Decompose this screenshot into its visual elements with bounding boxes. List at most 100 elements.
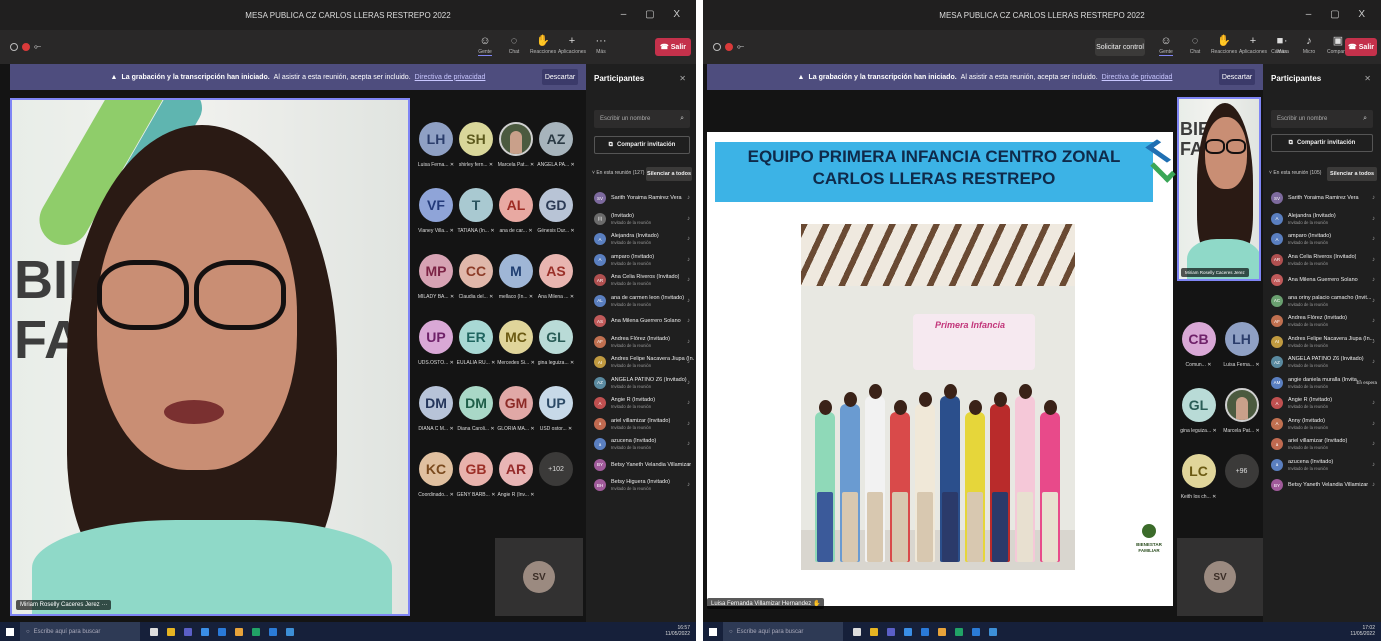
participant-row[interactable]: a ariel villamizar (Invitado) Invitado de … [590, 414, 694, 435]
self-view[interactable]: SV [495, 538, 583, 616]
taskbar-search-input[interactable]: ○ Escribe aquí para buscar [20, 622, 140, 641]
participant-tile[interactable]: SH shirley fern... ✕ [456, 122, 496, 168]
system-tray[interactable]: 16:57 11/05/2022 [665, 625, 690, 637]
participant-row[interactable]: BY Betsy Yaneth Velandia Villamizar ♪ [1267, 475, 1379, 496]
leave-button[interactable]: ☎ Salir [655, 38, 691, 56]
participant-tile[interactable]: DM Diana Caroli... ✕ [456, 386, 496, 432]
participant-tile[interactable]: +96 [1220, 454, 1263, 500]
taskbar-search-input[interactable]: ○ Escribe aquí para buscar [723, 622, 843, 641]
pin-icon[interactable]: ⟜ [737, 41, 744, 52]
mail-icon[interactable] [921, 627, 929, 636]
close-icon[interactable]: ✕ [679, 74, 686, 83]
participant-tile[interactable]: Mmellaco (In... ✕ [496, 254, 536, 300]
participant-tile[interactable]: LH Luisa Ferna... ✕ [1220, 322, 1263, 368]
toolbar-button-chat[interactable]: ◌ Chat [1184, 35, 1206, 56]
participant-search-input[interactable]: Escribir un nombre ⌕ [1271, 110, 1373, 128]
participant-row[interactable]: SV Sarith Yoraima Ramirez Vera ♪ [1267, 188, 1379, 209]
section-header[interactable]: ˅ En esta reunión (127) [592, 170, 644, 176]
toolbar-button-reactions[interactable]: ✋ Reacciones [530, 35, 556, 56]
dismiss-button[interactable]: Descartar [1219, 69, 1255, 85]
participant-tile[interactable]: MC Mercedes Si... ✕ [496, 320, 536, 366]
participant-tile[interactable]: UP USD ostor... ✕ [536, 386, 576, 432]
toolbar-button-apps[interactable]: + Aplicaciones [558, 35, 586, 56]
toolbar-button-more[interactable]: ··· Más [590, 35, 612, 56]
speaker-video[interactable]: BIE FA Miriam Roselly Caceres Jerez ··· [10, 98, 410, 616]
windows-start-icon[interactable] [709, 627, 717, 636]
participant-row[interactable]: SV Sarith Yoraima Ramirez Vera ♪ [590, 188, 694, 209]
participant-tile[interactable]: GM GLORIA MA... ✕ [496, 386, 536, 432]
window-controls[interactable]: – ▢ X [1306, 9, 1373, 20]
task-view-icon[interactable] [853, 627, 861, 636]
participant-tile[interactable]: ER EULALIA RU... ✕ [456, 320, 496, 366]
participant-row[interactable]: Aamparo (Invitado) Invitado de la reunión… [590, 250, 694, 271]
participant-tile[interactable]: LC Keith los ch... ✕ [1177, 454, 1220, 500]
participant-tile[interactable]: Marcela Pat... ✕ [496, 122, 536, 168]
share-invite-button[interactable]: ⧉ Compartir invitación [1271, 134, 1373, 152]
windows-start-icon[interactable] [6, 627, 14, 636]
participant-tile[interactable]: AR Angie R (Inv... ✕ [496, 452, 536, 498]
participant-row[interactable]: A Angie R (Invitado) Invitado de la reunió… [1267, 393, 1379, 414]
word-icon[interactable] [904, 627, 912, 636]
participant-tile[interactable]: AS Ana Milena ... ✕ [536, 254, 576, 300]
participant-row[interactable]: A Alejandra (Invitado) Invitado de la reun… [590, 229, 694, 250]
toolbar-button-mic[interactable]: ♪ Micro [1298, 35, 1320, 55]
participant-tile[interactable]: GL gina leguiza... ✕ [536, 320, 576, 366]
participant-tile[interactable]: CB Comun... ✕ [1177, 322, 1220, 368]
participant-row[interactable]: AM angie daniela muralla (Invita... Invita… [1267, 373, 1379, 394]
section-header[interactable]: ˅ En esta reunión (105) [1269, 170, 1321, 176]
participant-row[interactable]: A Anny (Invitado) Invitado de la reunión ♪ [1267, 414, 1379, 435]
participant-tile[interactable]: Marcela Pat... ✕ [1220, 388, 1263, 434]
participant-search-input[interactable]: Escribir un nombre ⌕ [594, 110, 690, 128]
participant-row[interactable]: BY Betsy Yaneth Velandia Villamizar ♪ [590, 455, 694, 476]
participant-row[interactable]: A Angie R (Invitado) Invitado de la reunió… [590, 393, 694, 414]
participant-tile[interactable]: T TATIANA (In... ✕ [456, 188, 496, 234]
speaker-video[interactable]: BIE FA Miriam Roselly Caceres Jerez [1177, 97, 1261, 281]
system-tray[interactable]: 17:02 11/05/2022 [1350, 625, 1375, 637]
participant-row[interactable]: AR Ana Celia Riveros (Invitado) Invitado d… [1267, 250, 1379, 271]
excel-icon[interactable] [252, 627, 260, 636]
excel-icon[interactable] [955, 627, 963, 636]
toolbar-button-camera[interactable]: ■ Cámara [1269, 35, 1291, 55]
participant-tile[interactable]: VF Vianey Villa... ✕ [416, 188, 456, 234]
participant-tile[interactable]: UP UDS.OSTO... ✕ [416, 320, 456, 366]
task-view-icon[interactable] [150, 627, 158, 636]
chrome-icon[interactable] [235, 627, 243, 636]
pin-icon[interactable]: ⟜ [34, 41, 41, 52]
toolbar-button-people[interactable]: ☺ Gente [474, 35, 496, 56]
participant-row[interactable]: a azucena (Invitado) Invitado de la reunió… [590, 434, 694, 455]
participant-row[interactable]: AZ ANGELA PATIÑO Z6 (Invitado) Invitado de… [1267, 352, 1379, 373]
request-control-button[interactable]: Solicitar control [1095, 38, 1145, 56]
teams-icon[interactable] [184, 627, 192, 636]
toolbar-button-apps[interactable]: + Aplicaciones [1239, 35, 1267, 56]
participant-row[interactable]: AI Andres Felipe Nacavera Jiupa (In... Inv… [590, 352, 694, 373]
participant-row[interactable]: AF Andrea Flórez (Invitado) Invitado de la… [590, 332, 694, 353]
edge-icon[interactable] [972, 627, 980, 636]
privacy-link[interactable]: Directiva de privacidad [1102, 74, 1173, 81]
self-view[interactable]: SV [1177, 538, 1263, 616]
participant-row[interactable]: A Alejandra (Invitado) Invitado de la reun… [1267, 209, 1379, 230]
word-icon[interactable] [201, 627, 209, 636]
participant-tile[interactable]: DM DIANA C M... ✕ [416, 386, 456, 432]
participant-row[interactable]: AS Ana Milena Guerrero Solano ♪ [590, 311, 694, 332]
mute-all-button[interactable]: Silenciar a todos [646, 167, 692, 181]
dismiss-button[interactable]: Descartar [542, 69, 578, 85]
chrome-icon[interactable] [938, 627, 946, 636]
mail-icon[interactable] [218, 627, 226, 636]
participant-tile[interactable]: GD Génesis Dur... ✕ [536, 188, 576, 234]
store-icon[interactable] [286, 627, 294, 636]
file-explorer-icon[interactable] [167, 627, 175, 636]
participant-row[interactable]: AL ana de carmen leon (Invitado) Invitado … [590, 291, 694, 312]
share-invite-button[interactable]: ⧉ Compartir invitación [594, 136, 690, 154]
toolbar-button-reactions[interactable]: ✋ Reacciones [1211, 35, 1237, 56]
participant-tile[interactable]: GL gina leguiza... ✕ [1177, 388, 1220, 434]
window-controls[interactable]: – ▢ X [621, 9, 688, 20]
participant-tile[interactable]: MP MILADY BA... ✕ [416, 254, 456, 300]
leave-button[interactable]: ☎ Salir [1345, 38, 1377, 56]
participant-row[interactable]: Aamparo (Invitado) Invitado de la reunión… [1267, 229, 1379, 250]
participant-row[interactable]: AZ ANGELA PATIÑO Z6 (Invitado) Invitado de… [590, 373, 694, 394]
mute-all-button[interactable]: Silenciar a todos [1327, 167, 1377, 181]
participant-row[interactable]: AI Andres Felipe Nacavera Jiupa (In... Inv… [1267, 332, 1379, 353]
participant-row[interactable]: AR Ana Celia Riveros (Invitado) Invitado d… [590, 270, 694, 291]
participant-tile[interactable]: LH Luisa Ferna... ✕ [416, 122, 456, 168]
participant-tile[interactable]: AL ana de car... ✕ [496, 188, 536, 234]
